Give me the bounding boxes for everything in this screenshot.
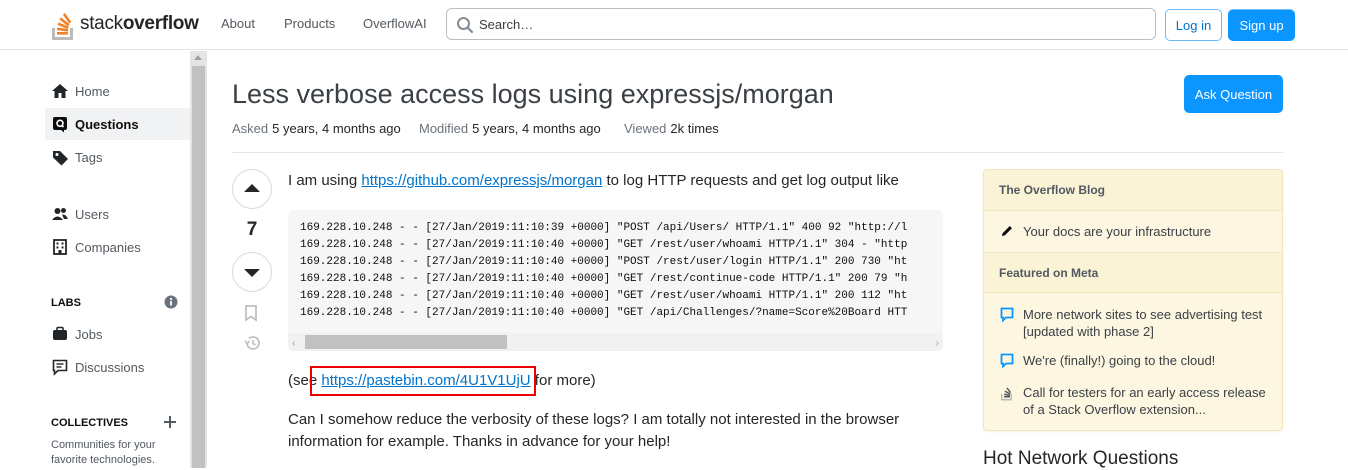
code-scroll-thumb[interactable] [305,335,507,349]
nav-item-label: Discussions [75,359,145,375]
pencil-icon [1000,224,1016,242]
nav-item-discussions[interactable]: Discussions [45,351,190,383]
login-button[interactable]: Log in [1165,9,1222,41]
blog-item[interactable]: Your docs are your infrastructure [1000,223,1270,242]
vote-count: 7 [246,219,258,240]
arrow-up-icon [244,184,260,192]
nav-item-label: Users [75,206,109,222]
nav-overflowai[interactable]: OverflowAI [363,16,427,31]
scroll-up-arrow[interactable] [194,55,202,60]
nav-item-questions[interactable]: Questions [45,108,190,140]
blog-heading: The Overflow Blog [984,170,1282,211]
code-line: 169.228.10.248 - - [27/Jan/2019:11:10:39… [300,222,908,234]
scrollbar-thumb[interactable] [192,66,205,468]
logo-text: stackoverflow [80,13,199,34]
left-navigation: Home Questions Tags Users Companies LABS… [0,51,190,468]
meta-heading: Featured on Meta [984,252,1282,293]
meta-item-text: Call for testers for an early access rel… [1023,385,1266,417]
downvote-button[interactable] [232,252,272,292]
nav-item-label: Questions [75,116,139,132]
asked-value[interactable]: 5 years, 4 months ago [272,121,401,136]
nav-item-companies[interactable]: Companies [45,231,190,263]
asked-label: Asked [232,121,269,136]
collectives-description: Communities for your favorite technologi… [51,439,156,466]
modified-meta: Modified 5 years, 4 months ago [419,121,601,136]
stackoverflow-logo-icon [52,12,73,40]
modified-label: Modified [419,121,469,136]
meta-item[interactable]: More network sites to see advertising te… [1000,306,1270,340]
briefcase-icon [51,325,69,343]
viewed-label: Viewed [624,121,667,136]
viewed-value: 2k times [670,121,719,136]
nav-item-label: Home [75,83,110,99]
arrow-down-icon [244,269,260,277]
signup-button[interactable]: Sign up [1228,9,1295,41]
meta-item[interactable]: Call for testers for an early access rel… [1000,384,1270,418]
plus-icon[interactable] [163,415,177,434]
meta-item-text: More network sites to see advertising te… [1023,307,1263,339]
users-icon [51,205,69,223]
header-divider [232,152,1283,153]
modified-value[interactable]: 5 years, 4 months ago [472,121,601,136]
chat-bubble-icon [1000,353,1016,373]
questions-icon [51,115,69,133]
code-line: 169.228.10.248 - - [27/Jan/2019:11:10:40… [300,239,908,251]
search-icon [457,17,474,34]
code-line: 169.228.10.248 - - [27/Jan/2019:11:10:40… [300,290,908,302]
ask-question-button[interactable]: Ask Question [1184,75,1283,113]
code-horizontal-scrollbar[interactable]: ‹ › [288,333,943,351]
discussions-icon [51,358,69,376]
tag-icon [51,148,69,166]
code-block[interactable]: 169.228.10.248 - - [27/Jan/2019:11:10:39… [288,210,943,351]
labs-heading: LABS [51,297,81,309]
code-content: 169.228.10.248 - - [27/Jan/2019:11:10:39… [300,220,907,322]
question-title[interactable]: Less verbose access logs using expressjs… [232,79,834,110]
stackoverflow-small-icon [1000,385,1016,418]
search-input[interactable] [479,13,1139,35]
nav-item-label: Tags [75,149,103,165]
collectives-heading: COLLECTIVES [51,417,129,429]
hot-network-heading: Hot Network Questions [983,448,1179,469]
code-line: 169.228.10.248 - - [27/Jan/2019:11:10:40… [300,256,908,268]
stackoverflow-logo[interactable]: stackoverflow [50,7,199,41]
viewed-meta: Viewed 2k times [624,121,719,136]
home-icon [51,82,69,100]
top-bar: stackoverflow About Products OverflowAI … [0,0,1348,50]
nav-item-home[interactable]: Home [45,75,190,107]
nav-item-label: Jobs [75,326,103,342]
overflow-blog-widget: The Overflow Blog Your docs are your inf… [983,169,1283,431]
code-line: 169.228.10.248 - - [27/Jan/2019:11:10:40… [300,273,908,285]
nav-item-jobs[interactable]: Jobs [45,318,190,350]
nav-item-tags[interactable]: Tags [45,141,190,173]
bookmark-icon[interactable] [242,304,260,327]
meta-item-text: We're (finally!) going to the cloud! [1023,353,1216,368]
companies-icon [51,238,69,256]
nav-item-users[interactable]: Users [45,198,190,230]
pastebin-link[interactable]: https://pastebin.com/4U1V1UjU [321,372,530,389]
scroll-left-icon[interactable]: ‹ [292,338,295,349]
nav-products[interactable]: Products [284,16,335,31]
morgan-link[interactable]: https://github.com/expressjs/morgan [361,172,602,189]
code-line: 169.228.10.248 - - [27/Jan/2019:11:10:40… [300,307,908,319]
chat-bubble-icon [1000,307,1016,340]
upvote-button[interactable] [232,169,272,209]
post-body-line: information for example. Thanks in advan… [288,433,671,450]
info-icon[interactable] [164,295,178,314]
asked-meta: Asked 5 years, 4 months ago [232,121,401,136]
post-body-line: Can I somehow reduce the verbosity of th… [288,411,900,428]
search-box[interactable] [446,8,1156,40]
nav-item-label: Companies [75,239,141,255]
nav-about[interactable]: About [221,16,255,31]
history-icon[interactable] [242,334,262,357]
post-see-more: (see https://pastebin.com/4U1V1UjU for m… [288,372,596,389]
post-intro: I am using https://github.com/expressjs/… [288,172,899,189]
scroll-right-icon[interactable]: › [936,338,939,349]
blog-item-text: Your docs are your infrastructure [1023,224,1212,239]
meta-item[interactable]: We're (finally!) going to the cloud! [1000,352,1270,373]
